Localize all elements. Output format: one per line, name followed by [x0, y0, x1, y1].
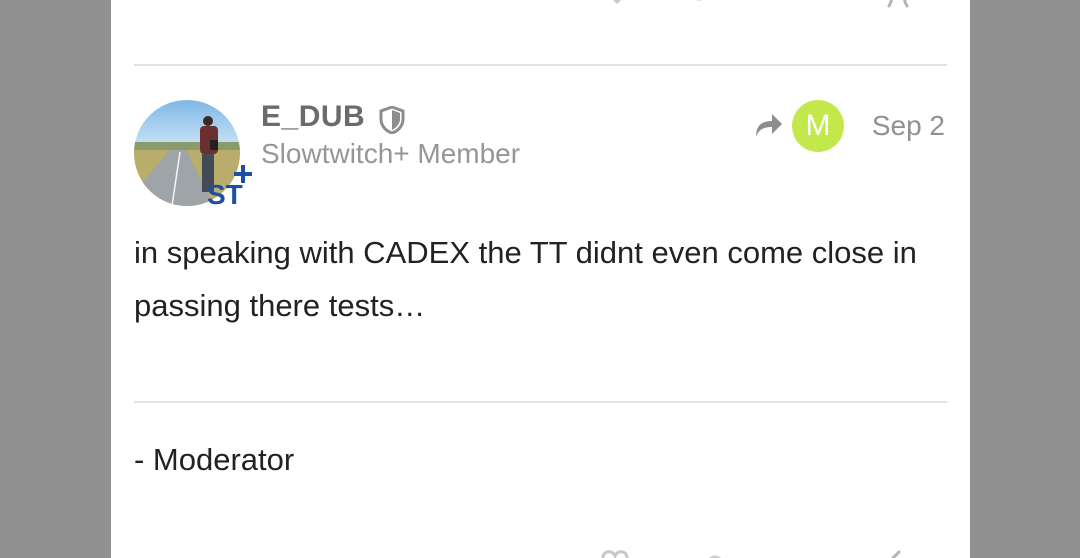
topic-post-panel: ST E_DUB Slowtwitch+ Member M Sep 2 in s… [111, 0, 970, 558]
signature-divider [134, 401, 947, 403]
share-icon[interactable] [883, 0, 913, 12]
slowtwitch-plus-badge: ST [207, 165, 252, 208]
svg-text:ST: ST [207, 179, 243, 208]
link-icon[interactable] [689, 0, 719, 10]
post-signature: - Moderator [134, 442, 295, 477]
post-author-title: Slowtwitch+ Member [261, 138, 521, 169]
post-author-username[interactable]: E_DUB [261, 100, 365, 134]
post-divider-top [134, 64, 947, 66]
link-icon[interactable] [703, 552, 727, 558]
shield-icon [379, 106, 405, 134]
heart-icon[interactable] [595, 548, 635, 558]
share-icon[interactable] [879, 548, 903, 558]
share-arrow-icon[interactable] [752, 111, 784, 139]
post-date[interactable]: Sep 2 [872, 110, 945, 142]
heart-icon[interactable] [601, 0, 633, 10]
reply-to-user-avatar[interactable]: M [792, 100, 844, 152]
post-body-text: in speaking with CADEX the TT didnt even… [134, 235, 917, 323]
